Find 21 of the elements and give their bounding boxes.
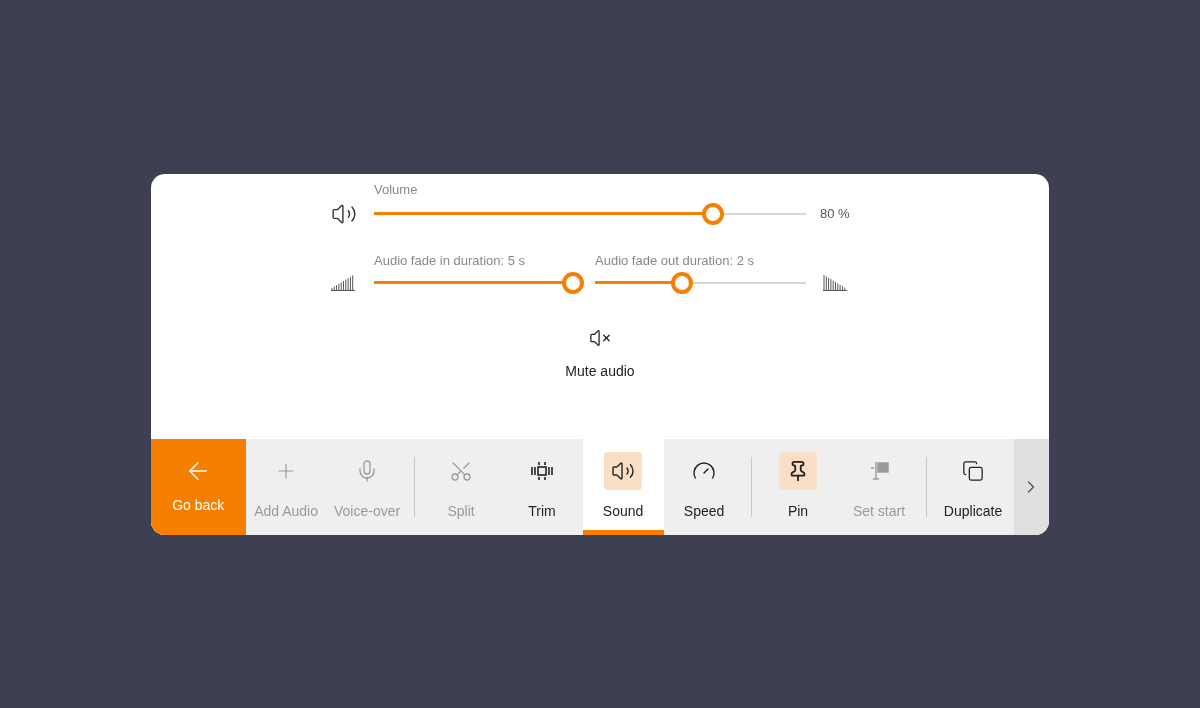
toolbar-button[interactable]: Duplicate xyxy=(932,438,1014,535)
fade-in-icon xyxy=(330,273,356,292)
copy-icon xyxy=(962,459,985,482)
fade-in-label: Audio fade in duration: 5 s xyxy=(374,252,527,270)
volume-reading: 80 % xyxy=(820,205,850,224)
toolbar-button[interactable]: Trim xyxy=(501,438,583,535)
scroll-right-button[interactable] xyxy=(1013,438,1049,535)
fade-out-label: Audio fade out duration: 2 s xyxy=(595,252,754,270)
toolbar-button[interactable]: Sound xyxy=(582,438,664,535)
volume-slider[interactable] xyxy=(374,204,806,224)
slider-thumb[interactable] xyxy=(670,271,693,294)
fade-out-slider[interactable] xyxy=(595,272,806,293)
fade-out-icon xyxy=(822,273,848,292)
slider-thumb[interactable] xyxy=(702,203,724,225)
toolbar-button[interactable]: Speed xyxy=(663,438,745,535)
volume-label: Volume xyxy=(374,180,418,199)
slider-thumb[interactable] xyxy=(562,271,584,294)
fade-in-slider[interactable] xyxy=(374,272,584,293)
trim-icon xyxy=(530,459,555,482)
mute-audio-button[interactable]: Mute audio xyxy=(557,322,643,386)
toolbar-button[interactable]: Pin xyxy=(757,438,839,535)
